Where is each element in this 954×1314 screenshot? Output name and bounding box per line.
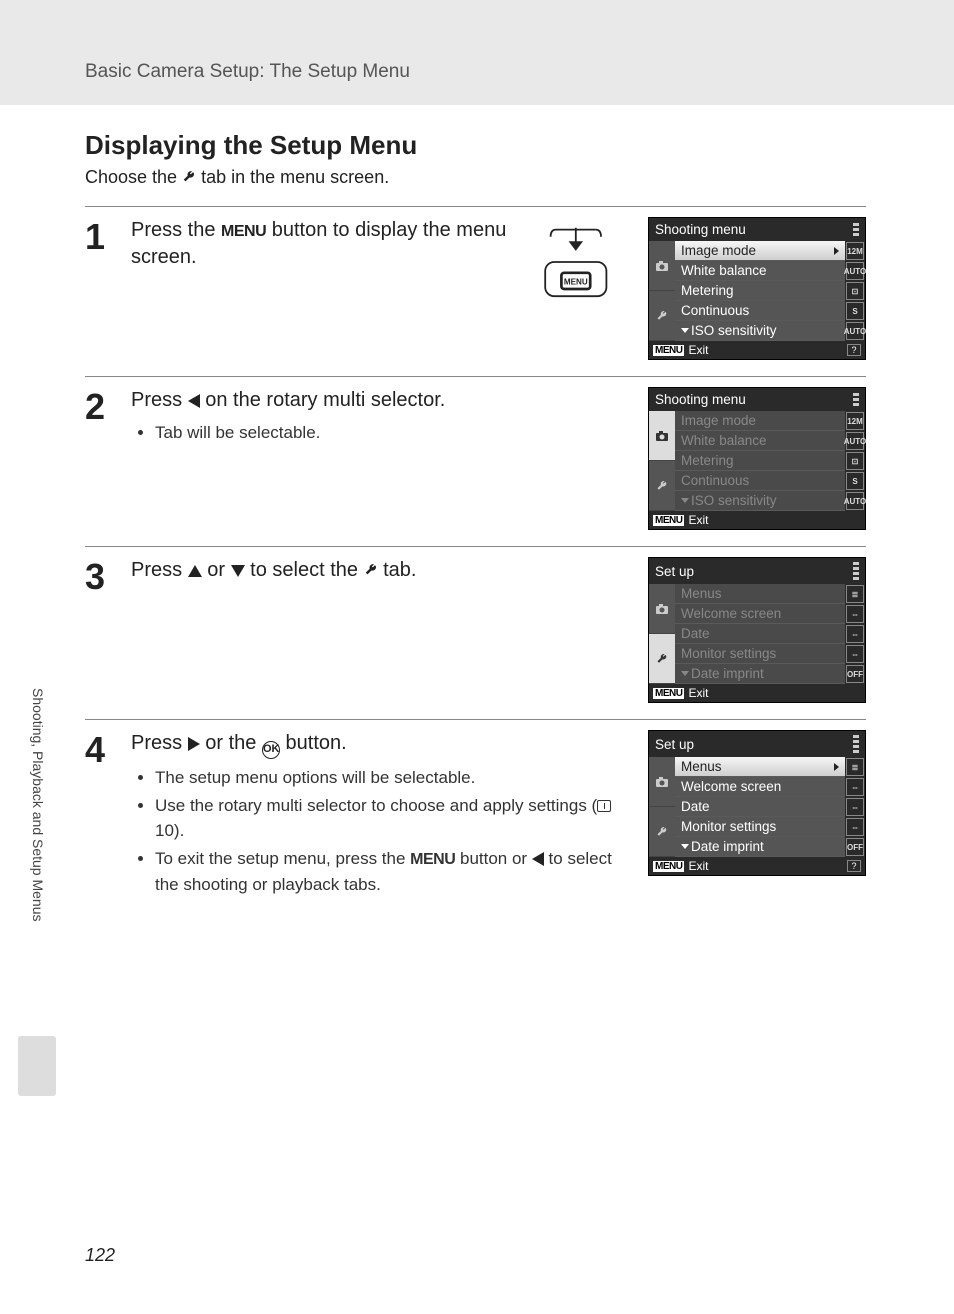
menu-button-illustration: MENU <box>538 217 628 312</box>
step-2-bullet: Tab will be selectable. <box>155 420 632 446</box>
list-item: Date <box>675 624 845 644</box>
chapter-title: Basic Camera Setup: The Setup Menu <box>85 61 410 105</box>
left-arrow-icon <box>188 394 200 408</box>
camera-tab-icon <box>649 241 675 291</box>
step-1: 1 Press the MENU button to display the m… <box>85 207 866 376</box>
scrollbar-icon <box>853 735 859 753</box>
step-4-bullet-3: To exit the setup menu, press the MENU b… <box>155 846 632 898</box>
down-arrow-icon <box>231 565 245 577</box>
side-tab-marker <box>18 1036 56 1096</box>
value-badges: 12MAUTO⊡SAUTO <box>845 241 865 341</box>
lcd-shooting-menu-tabselect: Shooting menu Image mode White b <box>648 387 866 530</box>
step-4: 4 Press or the OK button. The setup menu… <box>85 720 866 915</box>
list-item: Monitor settings <box>675 644 845 664</box>
page-content: Displaying the Setup Menu Choose the tab… <box>0 105 954 915</box>
page-ref-icon <box>597 800 611 812</box>
step-2: 2 Press on the rotary multi selector. Ta… <box>85 377 866 546</box>
list-item: ISO sensitivity <box>675 321 845 341</box>
page-title: Displaying the Setup Menu <box>85 130 866 161</box>
svg-text:MENU: MENU <box>564 278 588 287</box>
help-icon: ? <box>847 860 861 872</box>
wrench-icon <box>364 563 378 577</box>
list-item: Image mode <box>675 241 845 261</box>
scrollbar-icon <box>853 393 859 406</box>
list-item: White balance <box>675 431 845 451</box>
step-4-bullet-1: The setup menu options will be selectabl… <box>155 765 632 791</box>
list-item: Menus <box>675 584 845 604</box>
camera-tab-icon-selected <box>649 411 675 461</box>
list-item: Continuous <box>675 471 845 491</box>
list-item: Image mode <box>675 411 845 431</box>
step-number: 2 <box>85 387 115 530</box>
left-arrow-icon <box>532 852 544 866</box>
setup-tab-icon <box>649 291 675 341</box>
list-item: Metering <box>675 281 845 301</box>
list-item: Monitor settings <box>675 817 845 837</box>
step-2-text: Press on the rotary multi selector. <box>131 387 632 414</box>
step-4-text: Press or the OK button. <box>131 730 632 759</box>
step-number: 3 <box>85 557 115 703</box>
list-item: ISO sensitivity <box>675 491 845 511</box>
setup-tab-icon <box>649 461 675 511</box>
step-number: 4 <box>85 730 115 899</box>
up-arrow-icon <box>188 565 202 577</box>
help-icon: ? <box>847 344 861 356</box>
list-item: Continuous <box>675 301 845 321</box>
page-subtitle: Choose the tab in the menu screen. <box>85 167 866 188</box>
step-3: 3 Press or to select the tab. Set up <box>85 547 866 719</box>
list-item: Menus <box>675 757 845 777</box>
camera-tab-icon <box>649 584 675 634</box>
list-item: Welcome screen <box>675 604 845 624</box>
lcd-setup-active: Set up Menus Welcome screen <box>648 730 866 876</box>
lcd-setup-tabselect: Set up Menus Welcome screen <box>648 557 866 703</box>
step-4-bullet-2: Use the rotary multi selector to choose … <box>155 793 632 844</box>
setup-tab-icon-selected <box>649 634 675 684</box>
step-1-text: Press the MENU button to display the men… <box>131 217 522 271</box>
step-3-text: Press or to select the tab. <box>131 557 632 584</box>
page-number: 122 <box>85 1245 115 1266</box>
camera-tab-icon <box>649 757 675 807</box>
value-badges: 12MAUTO⊡SAUTO <box>845 411 865 511</box>
setup-tab-icon <box>649 807 675 857</box>
side-section-label: Shooting, Playback and Setup Menus <box>30 688 46 922</box>
list-item: Date imprint <box>675 837 845 857</box>
list-item: White balance <box>675 261 845 281</box>
chapter-header: Basic Camera Setup: The Setup Menu <box>0 0 954 105</box>
list-item: Metering <box>675 451 845 471</box>
list-item: Welcome screen <box>675 777 845 797</box>
wrench-icon <box>182 170 196 184</box>
lcd-shooting-menu-active: Shooting menu Image mode White b <box>648 217 866 360</box>
scrollbar-icon <box>853 562 859 580</box>
scrollbar-icon <box>853 223 859 236</box>
list-item: Date <box>675 797 845 817</box>
value-badges: ≣------OFF <box>845 757 865 857</box>
list-item: Date imprint <box>675 664 845 684</box>
ok-button-icon: OK <box>262 741 280 759</box>
right-arrow-icon <box>188 737 200 751</box>
value-badges: ≣------OFF <box>845 584 865 684</box>
step-number: 1 <box>85 217 115 360</box>
